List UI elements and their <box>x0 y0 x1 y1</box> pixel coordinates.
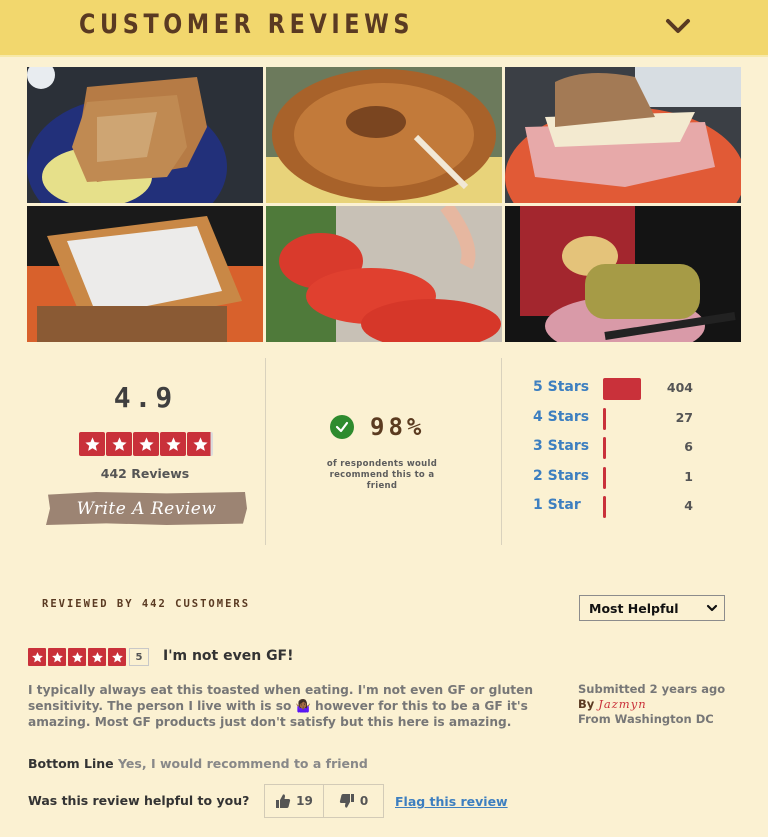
sort-select[interactable]: Most Helpful <box>579 595 725 621</box>
by-label: By <box>578 697 595 711</box>
distribution-row-3[interactable]: 3 Stars 6 <box>533 436 693 466</box>
review-photo-4[interactable] <box>27 206 263 342</box>
checkmark-icon <box>330 415 354 439</box>
reviewed-by-label: REVIEWED BY 442 CUSTOMERS <box>42 598 251 610</box>
bottom-line-label: Bottom Line <box>28 756 114 771</box>
rating-badge: 5 <box>129 648 149 666</box>
rating-summary: 4.9 442 Reviews Write A Review 98% of re… <box>0 355 768 545</box>
distribution-row-2[interactable]: 2 Stars 1 <box>533 466 693 496</box>
average-stars <box>79 432 213 456</box>
star-icon <box>88 648 106 666</box>
section-title: CUSTOMER REVIEWS <box>79 9 415 40</box>
write-review-button[interactable]: Write A Review <box>46 492 247 525</box>
distribution-bar <box>603 378 641 400</box>
review-title: I'm not even GF! <box>163 648 294 664</box>
star-icon <box>48 648 66 666</box>
review-location: From Washington DC <box>578 712 714 726</box>
divider <box>501 358 502 545</box>
distribution-count: 1 <box>684 468 693 484</box>
distribution-row-5[interactable]: 5 Stars 404 <box>533 377 693 407</box>
distribution-bar <box>603 437 606 459</box>
review-photo-grid <box>27 67 742 343</box>
chevron-down-icon <box>706 604 718 612</box>
thumbs-down-icon <box>339 794 354 808</box>
review-author: Jazmyn <box>598 697 647 711</box>
review-photo-3[interactable] <box>505 67 741 203</box>
distribution-bar <box>603 466 606 489</box>
review-photo-1[interactable] <box>27 67 263 203</box>
helpful-question: Was this review helpful to you? <box>28 793 250 808</box>
star-icon <box>108 648 126 666</box>
reviews-header[interactable]: CUSTOMER REVIEWS <box>0 0 768 57</box>
divider <box>265 358 266 545</box>
distribution-row-1[interactable]: 1 Star 4 <box>533 495 693 525</box>
thumbs-up-icon <box>276 794 291 808</box>
review-photo-5[interactable] <box>266 206 502 342</box>
helpful-yes-button[interactable]: 19 <box>264 784 324 818</box>
review-count: 442 Reviews <box>100 466 190 481</box>
distribution-count: 27 <box>675 409 693 425</box>
recommend-stat: 98% <box>330 413 425 441</box>
submitted-date: Submitted 2 years ago <box>578 682 726 696</box>
sort-selected-value: Most Helpful <box>589 600 679 616</box>
star-icon <box>68 648 86 666</box>
helpful-no-button[interactable]: 0 <box>324 784 384 818</box>
helpful-vote-group: 19 0 <box>264 784 384 818</box>
average-rating: 4.9 <box>113 381 177 414</box>
helpful-no-count: 0 <box>359 794 369 808</box>
flag-review-link[interactable]: Flag this review <box>395 794 508 809</box>
helpful-yes-count: 19 <box>296 794 313 808</box>
star-icon <box>28 648 46 666</box>
review-body: I typically always eat this toasted when… <box>28 683 534 729</box>
review-photo-6[interactable] <box>505 206 741 342</box>
review-stars <box>28 648 126 666</box>
distribution-count: 4 <box>684 498 693 513</box>
recommend-percent: 98% <box>370 413 426 441</box>
star-icon <box>106 432 132 456</box>
distribution-label[interactable]: 3 Stars <box>533 438 589 454</box>
distribution-label[interactable]: 2 Stars <box>533 468 589 484</box>
review-author-line: By Jazmyn <box>578 697 725 712</box>
bottom-line: Bottom Line Yes, I would recommend to a … <box>28 756 368 771</box>
bottom-line-value: Yes, I would recommend to a friend <box>118 756 368 771</box>
review-meta: Submitted 2 years ago By Jazmyn From Was… <box>578 682 725 727</box>
distribution-count: 6 <box>684 439 693 454</box>
distribution-label[interactable]: 4 Stars <box>533 409 589 425</box>
distribution-row-4[interactable]: 4 Stars 27 <box>533 407 693 437</box>
distribution-bar <box>603 407 606 430</box>
star-icon <box>160 432 186 456</box>
rating-distribution: 5 Stars 404 4 Stars 27 3 Stars 6 2 Stars… <box>533 377 693 525</box>
chevron-down-icon[interactable] <box>664 14 692 38</box>
distribution-bar <box>603 496 606 518</box>
distribution-count: 404 <box>666 380 693 395</box>
distribution-label[interactable]: 1 Star <box>533 497 581 513</box>
review-photo-2[interactable] <box>266 67 502 203</box>
star-icon <box>133 432 159 456</box>
recommend-description: of respondents would recommend this to a… <box>326 459 438 491</box>
star-partial-icon <box>187 432 213 456</box>
star-icon <box>79 432 105 456</box>
distribution-label[interactable]: 5 Stars <box>533 379 589 395</box>
